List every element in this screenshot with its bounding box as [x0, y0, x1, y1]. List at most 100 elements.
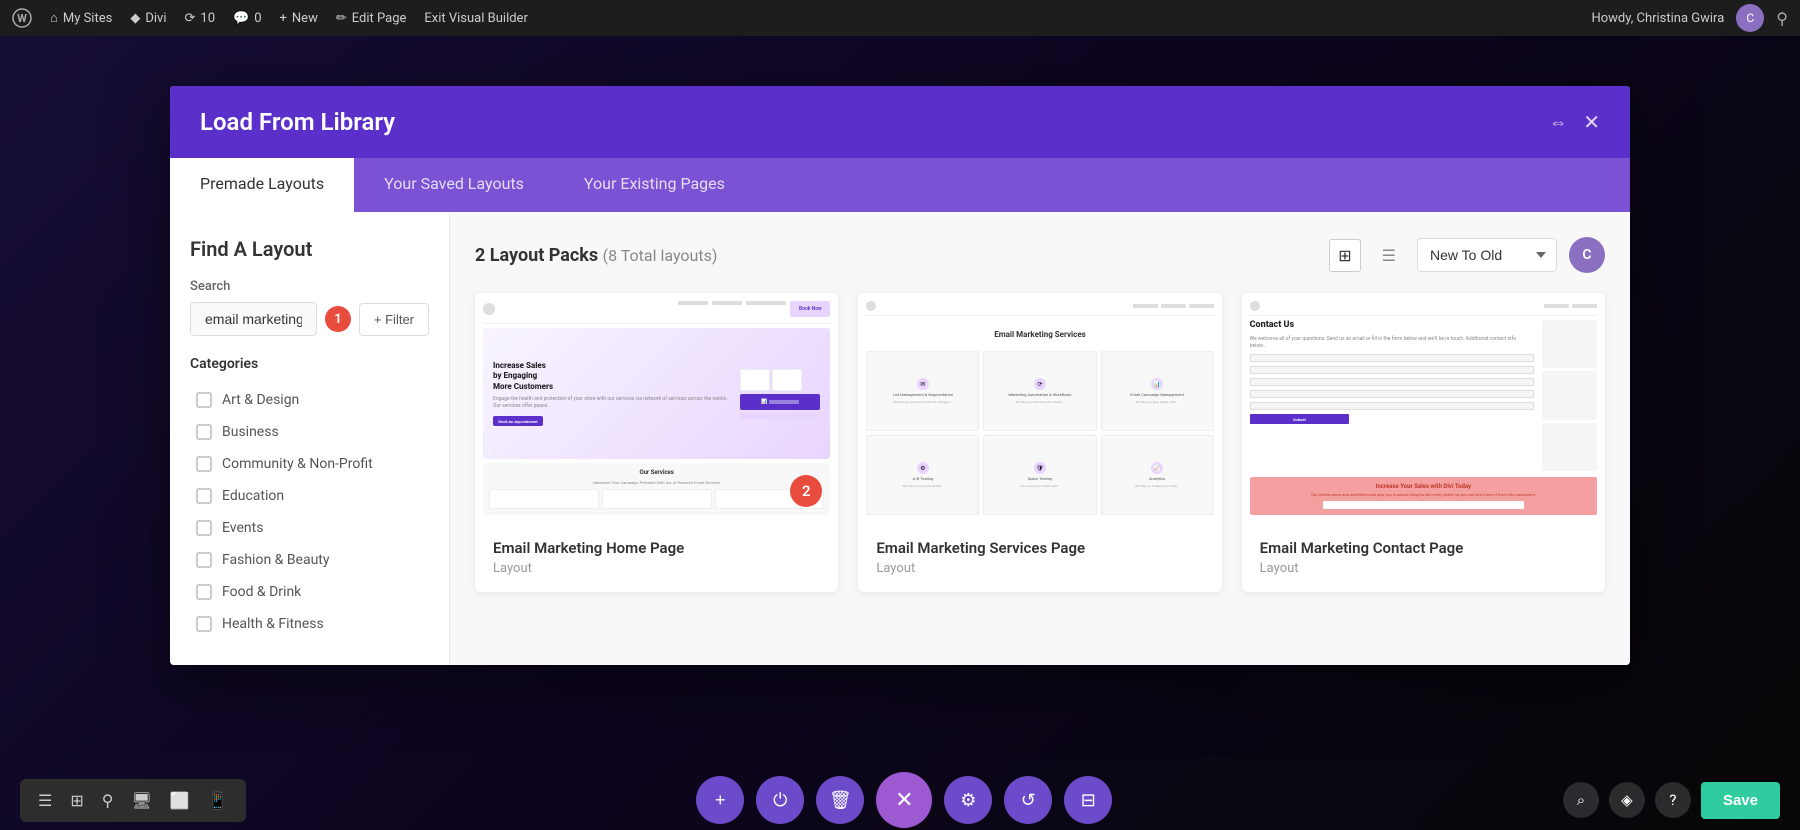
- modal-header-actions: ⇔ ✕: [1549, 110, 1600, 134]
- toolbar-zoom-icon[interactable]: ⌕: [1563, 782, 1599, 818]
- category-checkbox[interactable]: [196, 456, 212, 472]
- main-content: 2 Layout Packs (8 Total layouts) ⊞ ☰ New…: [450, 212, 1630, 665]
- category-community[interactable]: Community & Non-Profit: [190, 448, 429, 480]
- toolbar-mobile-icon[interactable]: 📱: [204, 787, 232, 814]
- card-info-home: Email Marketing Home Page Layout: [475, 523, 838, 592]
- preview-mockup-home: Book Now Increase Salesby EngagingMore C…: [475, 293, 838, 523]
- comments-icon: 💬: [233, 11, 249, 26]
- service-icon-2: ⟳: [1034, 378, 1046, 390]
- toolbar-close-button[interactable]: ✕: [876, 772, 932, 828]
- toolbar-center: + ⏻ 🗑 ✕ ⚙ ↺ ⊟: [696, 772, 1112, 828]
- toolbar-monitor-icon[interactable]: 🖥: [127, 787, 155, 814]
- category-fashion-beauty[interactable]: Fashion & Beauty: [190, 544, 429, 576]
- preview-mockup-services: Email Marketing Services ✉ List Manageme…: [858, 293, 1221, 523]
- toolbar-power-button[interactable]: ⏻: [756, 776, 804, 824]
- close-modal-icon[interactable]: ✕: [1583, 110, 1600, 134]
- toolbar-menu-icon[interactable]: ☰: [34, 787, 56, 814]
- comments-menu[interactable]: 💬 0: [233, 11, 262, 26]
- card-type-home: Layout: [493, 561, 820, 576]
- svg-text:W: W: [17, 12, 27, 25]
- tab-existing-pages[interactable]: Your Existing Pages: [554, 158, 755, 212]
- category-checkbox[interactable]: [196, 616, 212, 632]
- admin-bar: W ⌂ My Sites ◆ Divi ⟳ 10 💬 0 + New ✏ Edi…: [0, 0, 1800, 36]
- card-info-contact: Email Marketing Contact Page Layout: [1242, 523, 1605, 592]
- search-input-wrap: [190, 302, 317, 336]
- my-sites-icon: ⌂: [50, 10, 58, 26]
- toolbar-help-icon[interactable]: ?: [1655, 782, 1691, 818]
- toolbar-sliders-button[interactable]: ⊟: [1064, 776, 1112, 824]
- modal-tabs: Premade Layouts Your Saved Layouts Your …: [170, 158, 1630, 212]
- toolbar-grid-icon[interactable]: ⊞: [66, 787, 87, 814]
- new-menu[interactable]: + New: [280, 11, 318, 26]
- modal-overlay: Load From Library ⇔ ✕ Premade Layouts Yo…: [0, 36, 1800, 830]
- service-icon-6: 📈: [1151, 462, 1163, 474]
- updates-menu[interactable]: ⟳ 10: [184, 11, 215, 26]
- category-checkbox[interactable]: [196, 552, 212, 568]
- layout-card-contact[interactable]: Contact Us We welcome all of your questi…: [1242, 293, 1605, 592]
- toolbar-layers-icon[interactable]: ◈: [1609, 782, 1645, 818]
- category-education[interactable]: Education: [190, 480, 429, 512]
- category-events[interactable]: Events: [190, 512, 429, 544]
- library-modal: Load From Library ⇔ ✕ Premade Layouts Yo…: [170, 86, 1630, 665]
- list-view-button[interactable]: ☰: [1373, 239, 1405, 272]
- card-type-contact: Layout: [1260, 561, 1587, 576]
- layout-card-services[interactable]: Email Marketing Services ✉ List Manageme…: [858, 293, 1221, 592]
- service-card-4: ⚙ A/B Testing We help you test your emai…: [866, 435, 979, 515]
- card-info-services: Email Marketing Services Page Layout: [858, 523, 1221, 592]
- category-food-drink[interactable]: Food & Drink: [190, 576, 429, 608]
- exit-builder-link[interactable]: Exit Visual Builder: [424, 11, 527, 26]
- toolbar-search-icon[interactable]: ⚲: [98, 787, 118, 814]
- save-button[interactable]: Save: [1701, 782, 1780, 819]
- divi-menu[interactable]: ◆ Divi: [130, 11, 166, 26]
- service-card-3: 📊 Email Campaign Management We help you …: [1101, 351, 1214, 431]
- toolbar-trash-button[interactable]: 🗑: [816, 776, 864, 824]
- service-card-2: ⟳ Marketing Automation & Workflows We he…: [983, 351, 1096, 431]
- category-checkbox[interactable]: [196, 392, 212, 408]
- layout-header: 2 Layout Packs (8 Total layouts) ⊞ ☰ New…: [475, 237, 1605, 273]
- resize-icon[interactable]: ⇔: [1549, 112, 1567, 133]
- search-label: Search: [190, 279, 429, 294]
- search-input[interactable]: [190, 302, 317, 336]
- services-preview-title: Email Marketing Services: [866, 330, 1213, 339]
- modal-title: Load From Library: [200, 108, 395, 136]
- sort-select[interactable]: New To Old Old To New A to Z Z to A: [1417, 238, 1557, 272]
- service-icon-5: 🛡: [1034, 462, 1046, 474]
- tab-saved-layouts[interactable]: Your Saved Layouts: [354, 158, 554, 212]
- tab-premade-layouts[interactable]: Premade Layouts: [170, 158, 354, 212]
- wordpress-icon: W: [12, 8, 32, 28]
- divi-icon: ◆: [130, 11, 140, 26]
- user-avatar-filter[interactable]: C: [1569, 237, 1605, 273]
- admin-bar-right: Howdy, Christina Gwira C ⚲: [1591, 4, 1788, 32]
- card-preview-contact: Contact Us We welcome all of your questi…: [1242, 293, 1605, 523]
- category-checkbox[interactable]: [196, 584, 212, 600]
- search-row: 1 + Filter: [190, 302, 429, 336]
- layout-card-home[interactable]: Book Now Increase Salesby EngagingMore C…: [475, 293, 838, 592]
- card-preview-home: Book Now Increase Salesby EngagingMore C…: [475, 293, 838, 523]
- my-sites-menu[interactable]: ⌂ My Sites: [50, 10, 112, 26]
- service-icon-4: ⚙: [917, 462, 929, 474]
- card-type-services: Layout: [876, 561, 1203, 576]
- modal-body: Find A Layout Search 1 + Filter Categori…: [170, 212, 1630, 665]
- category-checkbox[interactable]: [196, 520, 212, 536]
- new-icon: +: [280, 11, 287, 26]
- sidebar-title: Find A Layout: [190, 237, 429, 261]
- category-health-fitness[interactable]: Health & Fitness: [190, 608, 429, 640]
- updates-icon: ⟳: [184, 11, 195, 26]
- toolbar-tablet-icon[interactable]: ⬜: [166, 787, 194, 814]
- toolbar-history-button[interactable]: ↺: [1004, 776, 1052, 824]
- sidebar: Find A Layout Search 1 + Filter Categori…: [170, 212, 450, 665]
- toolbar-add-button[interactable]: +: [696, 776, 744, 824]
- edit-page-link[interactable]: ✏ Edit Page: [336, 11, 407, 26]
- toolbar-settings-button[interactable]: ⚙: [944, 776, 992, 824]
- category-checkbox[interactable]: [196, 424, 212, 440]
- category-art-design[interactable]: Art & Design: [190, 384, 429, 416]
- filter-button[interactable]: + Filter: [359, 303, 429, 336]
- modal-header: Load From Library ⇔ ✕: [170, 86, 1630, 158]
- grid-view-button[interactable]: ⊞: [1329, 239, 1360, 272]
- category-checkbox[interactable]: [196, 488, 212, 504]
- category-business[interactable]: Business: [190, 416, 429, 448]
- search-icon-admin[interactable]: ⚲: [1776, 9, 1788, 28]
- preview-mockup-contact: Contact Us We welcome all of your questi…: [1242, 293, 1605, 523]
- user-avatar[interactable]: C: [1736, 4, 1764, 32]
- services-preview-grid: ✉ List Management & Segmentation We help…: [866, 351, 1213, 515]
